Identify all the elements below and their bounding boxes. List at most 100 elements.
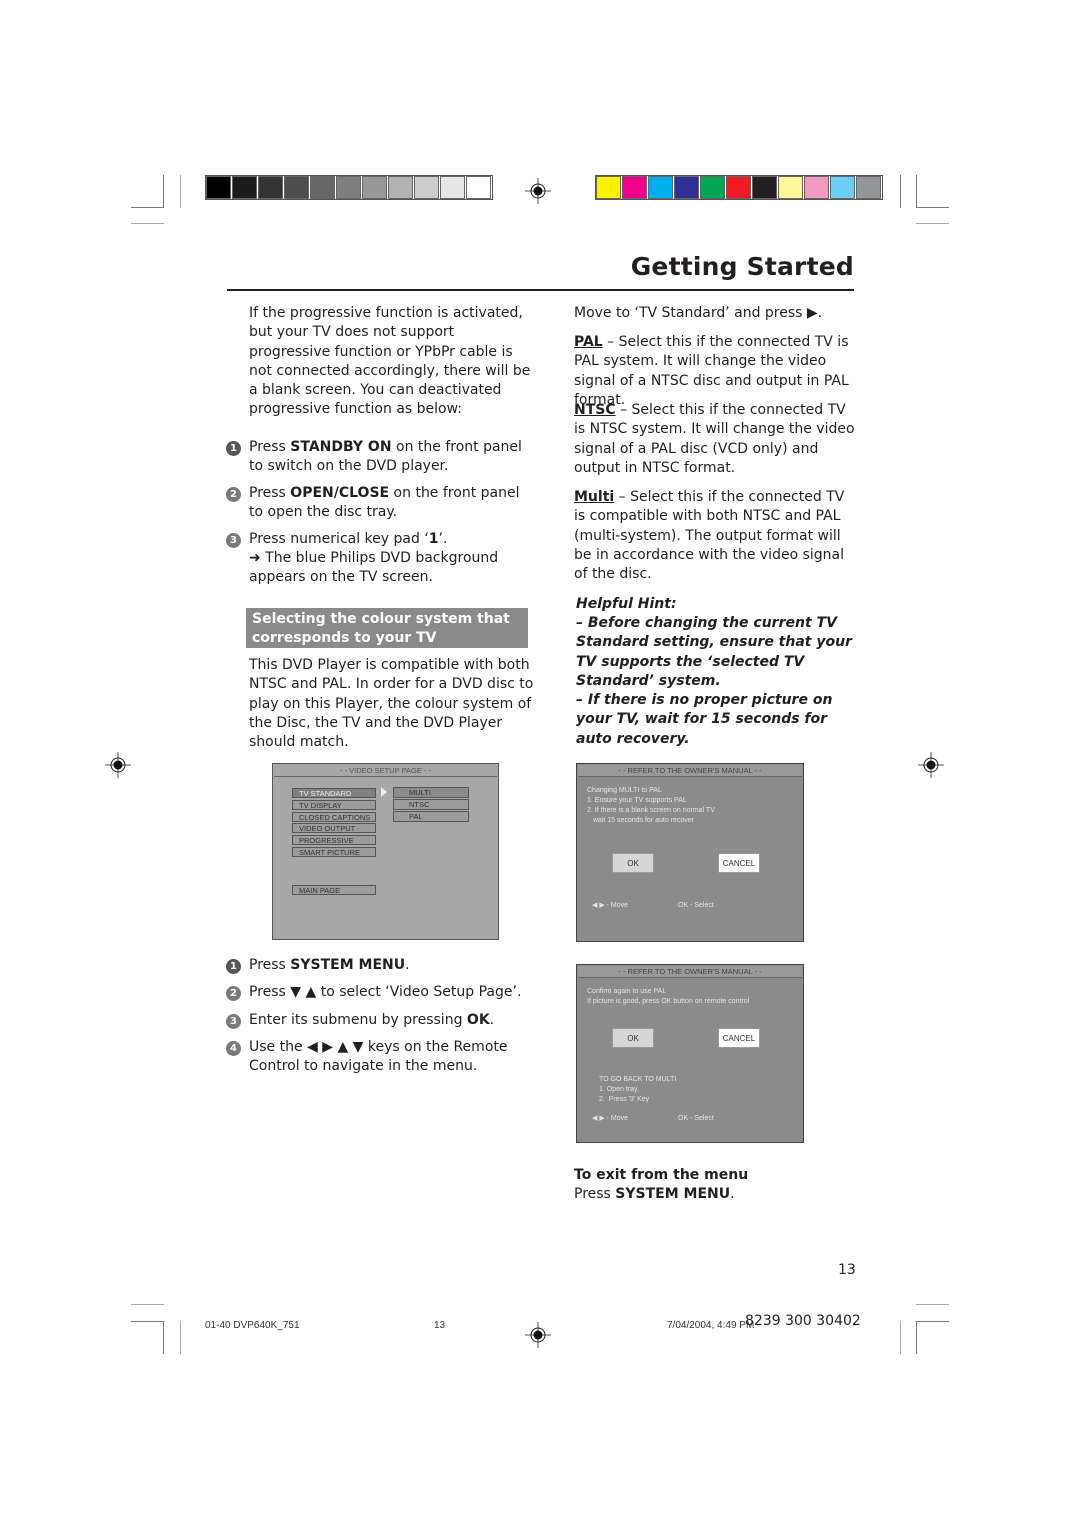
page-number: 13 (838, 1262, 856, 1278)
color-swatch (596, 176, 621, 199)
step-text: Use the ◀ ▶ ▲ ▼ keys on the Remote Contr… (249, 1038, 524, 1077)
step-number-icon: 3 (226, 533, 241, 548)
step-key: OK (466, 1012, 490, 1028)
step-text-part: Press (249, 439, 291, 455)
osd-text-line: 2. Press '3' Key (599, 1096, 650, 1103)
step-text: Press ▼ ▲ to select ‘Video Setup Page’. (249, 983, 524, 1002)
crop-mark (131, 207, 164, 208)
osd-menu-item[interactable]: PROGRESSIVE (292, 835, 376, 846)
gray-swatch (466, 176, 491, 199)
color-swatch (804, 176, 829, 199)
osd-menu-item[interactable]: TV STANDARD (292, 788, 376, 798)
crop-mark (900, 175, 901, 208)
osd-menu-item[interactable]: TV DISPLAY (292, 799, 376, 810)
gray-swatch (362, 176, 387, 199)
ok-button[interactable]: OK (612, 1028, 654, 1048)
step-key: SYSTEM MENU (290, 957, 406, 973)
crop-mark (131, 1321, 164, 1322)
step-text: Press OPEN/CLOSE on the front panel to o… (249, 484, 534, 523)
registration-mark-icon (105, 752, 131, 778)
main-page-item[interactable]: MAIN PAGE (292, 885, 376, 895)
crop-mark (163, 1321, 164, 1354)
osd-menu-item[interactable]: VIDEO OUTPUT (292, 823, 376, 834)
ok-button[interactable]: OK (612, 853, 654, 873)
color-swatch (648, 176, 673, 199)
osd-submenu-item[interactable]: MULTI (393, 787, 469, 798)
gray-swatch (440, 176, 465, 199)
gray-swatch (258, 176, 283, 199)
step-text-part: Use the ◀ ▶ ▲ ▼ keys on the Remote Contr… (249, 1039, 508, 1075)
osd-select-hint: OK - Select (678, 1115, 714, 1122)
color-swatch (726, 176, 751, 199)
title-rule (227, 289, 854, 291)
osd-submenu-item[interactable]: PAL (393, 811, 469, 822)
step-number-icon: 4 (226, 1041, 241, 1056)
crop-mark (916, 1321, 949, 1322)
gray-swatch (232, 176, 257, 199)
osd-submenu-item[interactable]: NTSC (393, 799, 469, 810)
step-text-part: ’. (438, 531, 448, 547)
footer-code: 8239 300 30402 (745, 1313, 861, 1329)
crop-mark (916, 175, 917, 208)
footer-sheet: 13 (434, 1320, 446, 1331)
osd-move-hint: ◀ ▶ - Move (592, 1115, 629, 1122)
crop-mark (163, 175, 164, 208)
option-description: – Select this if the connected TV is PAL… (574, 334, 849, 408)
exit-instruction: Press SYSTEM MENU. (574, 1185, 735, 1204)
page-title: Getting Started (630, 252, 854, 281)
step-number-icon: 2 (226, 487, 241, 502)
osd-text-line: TO GO BACK TO MULTI (599, 1076, 677, 1083)
osd-text-line: 1. Ensure your TV supports PAL (587, 797, 687, 804)
crop-mark (180, 1321, 181, 1354)
section-body: This DVD Player is compatible with both … (249, 657, 534, 751)
osd-menu-item[interactable]: CLOSED CAPTIONS (292, 811, 376, 822)
cancel-button[interactable]: CANCEL (718, 853, 760, 873)
step-text-part: Press numerical key pad ‘ (249, 531, 429, 547)
tv-standard-option: PAL – Select this if the connected TV is… (574, 333, 856, 410)
exit-post: . (730, 1186, 735, 1202)
osd-header: - - REFER TO THE OWNER'S MANUAL - - (578, 966, 802, 978)
crop-mark (900, 1321, 901, 1354)
option-name: PAL (574, 334, 603, 350)
step-text-part: . (405, 957, 410, 973)
section-heading: Selecting the colour system that corresp… (246, 608, 528, 648)
step-key: 1 (428, 531, 439, 547)
cancel-button[interactable]: CANCEL (718, 1028, 760, 1048)
intro-paragraph: If the progressive function is activated… (249, 305, 531, 418)
step-text-part: Press (249, 485, 291, 501)
tv-standard-option: Multi – Select this if the connected TV … (574, 488, 856, 584)
osd-text-line: 2. If there is a blank screen on normal … (587, 807, 715, 814)
color-swatch (778, 176, 803, 199)
hint-item: – If there is no proper picture on your … (576, 692, 833, 747)
step3-result: ➜ The blue Philips DVD background appear… (249, 550, 499, 586)
osd-header: - - VIDEO SETUP PAGE - - (274, 765, 497, 777)
step-text: Press numerical key pad ‘1’. (249, 530, 534, 549)
osd-menu-item[interactable]: SMART PICTURE (292, 847, 376, 857)
option-name: NTSC (574, 402, 616, 418)
tv-standard-option: NTSC – Select this if the connected TV i… (574, 401, 856, 478)
gray-swatch (206, 176, 231, 199)
gray-swatch (388, 176, 413, 199)
crop-mark (131, 223, 164, 224)
exit-pre: Press (574, 1186, 616, 1202)
footer-file: 01-40 DVP640K_751 (205, 1320, 300, 1331)
osd-text-line: If picture is good, press OK button on r… (587, 998, 750, 1005)
color-swatch (700, 176, 725, 199)
color-swatch (830, 176, 855, 199)
color-swatch (856, 176, 881, 199)
color-calibration-bar (595, 175, 883, 200)
gray-swatch (336, 176, 361, 199)
step-text: Press STANDBY ON on the front panel to s… (249, 438, 534, 477)
step-key: STANDBY ON (290, 439, 392, 455)
osd-text-line: Changing MULTI to PAL (587, 787, 662, 794)
exit-key: SYSTEM MENU (615, 1186, 731, 1202)
step-text: Enter its submenu by pressing OK. (249, 1011, 524, 1030)
step-text-part: Press (249, 957, 291, 973)
crop-mark (916, 1304, 949, 1305)
registration-mark-icon (525, 178, 551, 204)
gray-swatch (284, 176, 309, 199)
crop-mark (916, 1321, 917, 1354)
hint-title: Helpful Hint: (576, 596, 677, 612)
step-text: Press SYSTEM MENU. (249, 956, 524, 975)
step-text-part: Enter its submenu by pressing (249, 1012, 467, 1028)
